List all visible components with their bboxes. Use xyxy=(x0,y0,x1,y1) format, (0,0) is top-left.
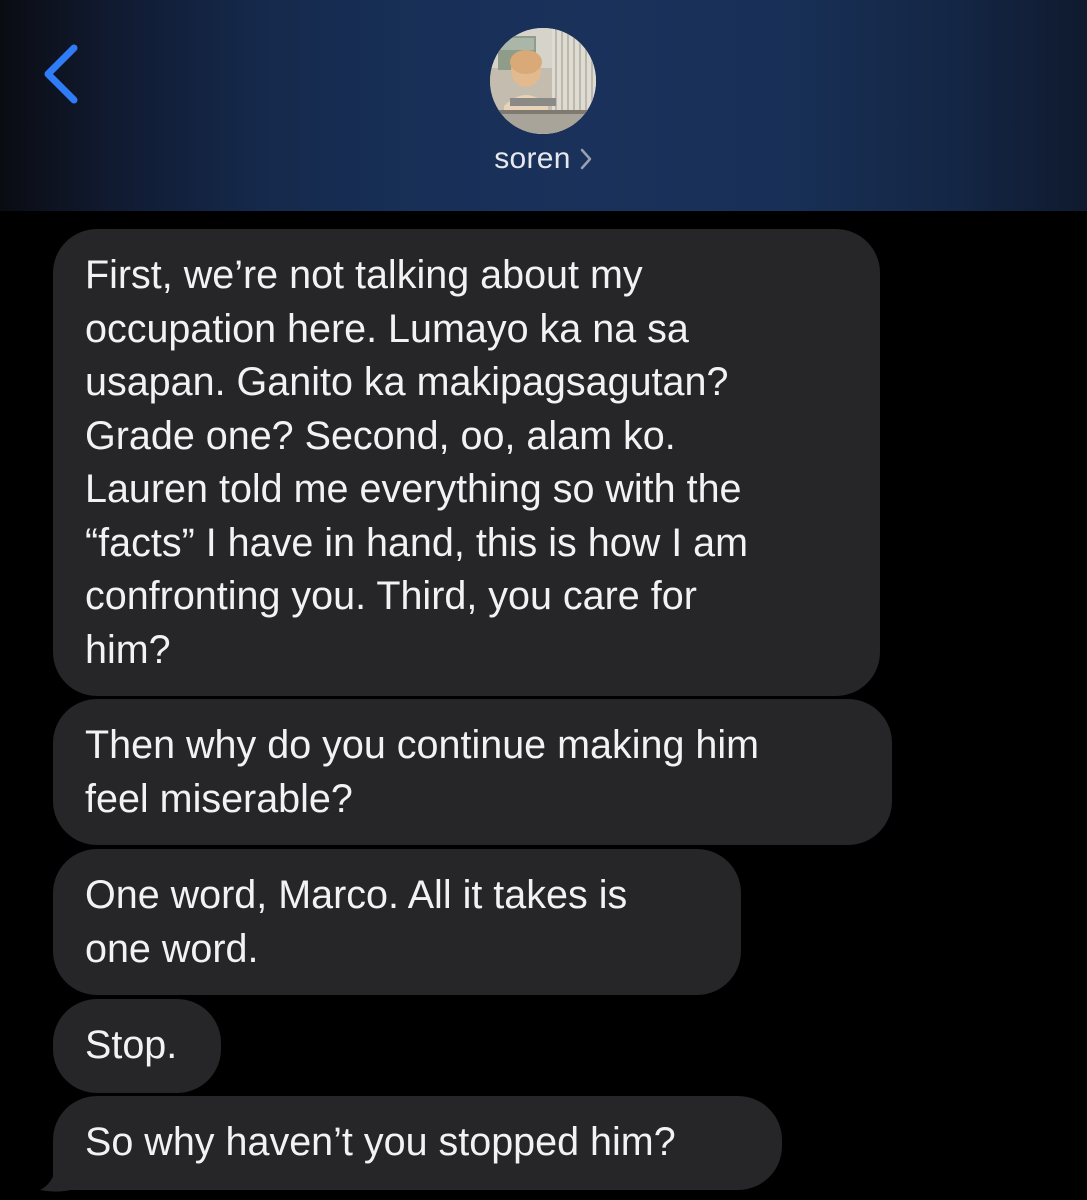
avatar[interactable] xyxy=(490,28,596,134)
contact-name: soren xyxy=(494,142,571,175)
message-bubble-received[interactable]: Stop. xyxy=(53,999,221,1093)
messages-screen: soren First, we’re not talking about my … xyxy=(0,0,1087,1200)
message-bubble-received[interactable]: First, we’re not talking about my occupa… xyxy=(53,229,880,696)
bubble-tail xyxy=(40,1160,78,1192)
message-bubble-received[interactable]: One word, Marco. All it takes is one wor… xyxy=(53,849,741,995)
contact-photo xyxy=(490,28,596,134)
conversation-header: soren xyxy=(0,0,1087,211)
contact-name-button[interactable]: soren xyxy=(0,142,1087,176)
chevron-left-icon xyxy=(44,44,78,104)
chevron-right-icon xyxy=(579,147,593,176)
message-bubble-received[interactable]: So why haven’t you stopped him? xyxy=(53,1096,782,1190)
back-button[interactable] xyxy=(30,36,90,112)
message-bubble-received[interactable]: Then why do you continue making him feel… xyxy=(53,699,892,845)
